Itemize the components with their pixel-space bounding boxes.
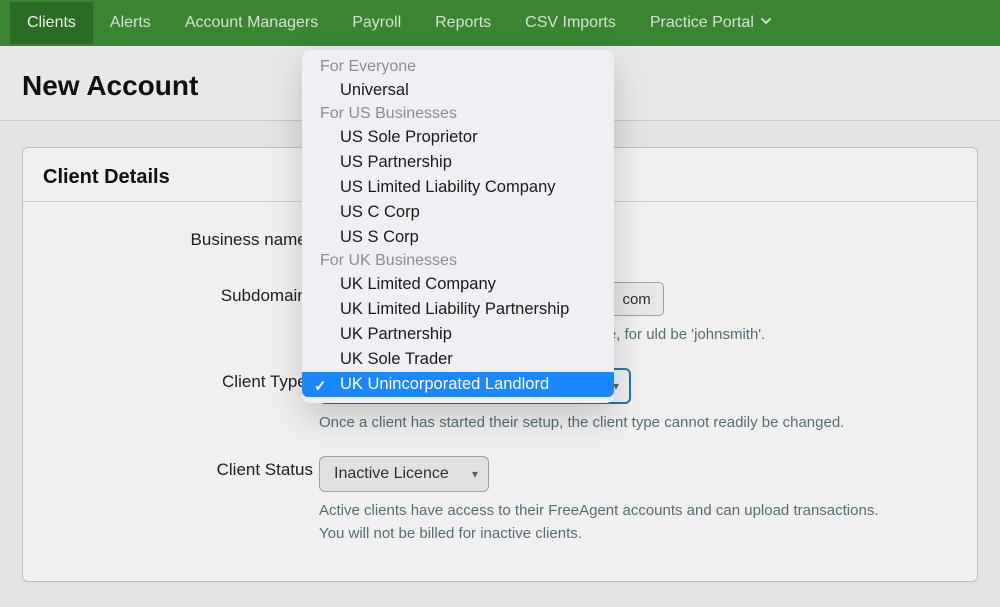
top-nav: Clients Alerts Account Managers Payroll … (0, 0, 1000, 46)
dd-option[interactable]: US Limited Liability Company (302, 175, 614, 200)
nav-csv-imports[interactable]: CSV Imports (508, 2, 633, 44)
nav-clients[interactable]: Clients (10, 2, 93, 44)
client-status-select[interactable]: Inactive Licence ▾ (319, 456, 489, 492)
dd-option[interactable]: US Partnership (302, 150, 614, 175)
subdomain-suffix: com (609, 282, 663, 316)
label-client-status: Client Status (23, 456, 319, 480)
row-client-status: Client Status Inactive Licence ▾ Active … (23, 456, 977, 546)
nav-account-managers[interactable]: Account Managers (168, 2, 335, 44)
nav-reports[interactable]: Reports (418, 2, 508, 44)
label-subdomain: Subdomain* (23, 282, 319, 306)
dd-option[interactable]: US C Corp (302, 200, 614, 225)
dd-option[interactable]: US Sole Proprietor (302, 125, 614, 150)
dd-option[interactable]: UK Limited Company (302, 272, 614, 297)
dd-group-us: For US Businesses (302, 103, 614, 125)
nav-payroll[interactable]: Payroll (335, 2, 418, 44)
client-type-dropdown: For Everyone Universal For US Businesses… (302, 50, 614, 403)
dd-option-selected[interactable]: ✓ UK Unincorporated Landlord (302, 372, 614, 397)
dd-group-everyone: For Everyone (302, 56, 614, 78)
client-status-help-2: You will not be billed for inactive clie… (319, 523, 959, 545)
client-status-help-1: Active clients have access to their Free… (319, 500, 959, 522)
client-type-help: Once a client has started their setup, t… (319, 412, 959, 434)
dd-group-uk: For UK Businesses (302, 250, 614, 272)
chevron-down-icon: ▾ (472, 467, 478, 481)
label-business-name: Business name* (23, 226, 319, 250)
nav-practice-portal[interactable]: Practice Portal (633, 2, 789, 44)
nav-alerts[interactable]: Alerts (93, 2, 168, 44)
chevron-down-icon (760, 14, 772, 32)
dd-option[interactable]: US S Corp (302, 225, 614, 250)
label-client-type: Client Type* (23, 368, 319, 392)
client-status-value: Inactive Licence (334, 465, 449, 483)
dd-option[interactable]: UK Sole Trader (302, 347, 614, 372)
check-icon: ✓ (314, 377, 327, 395)
dd-option[interactable]: UK Partnership (302, 322, 614, 347)
dd-option[interactable]: UK Limited Liability Partnership (302, 297, 614, 322)
dd-option[interactable]: Universal (302, 78, 614, 103)
